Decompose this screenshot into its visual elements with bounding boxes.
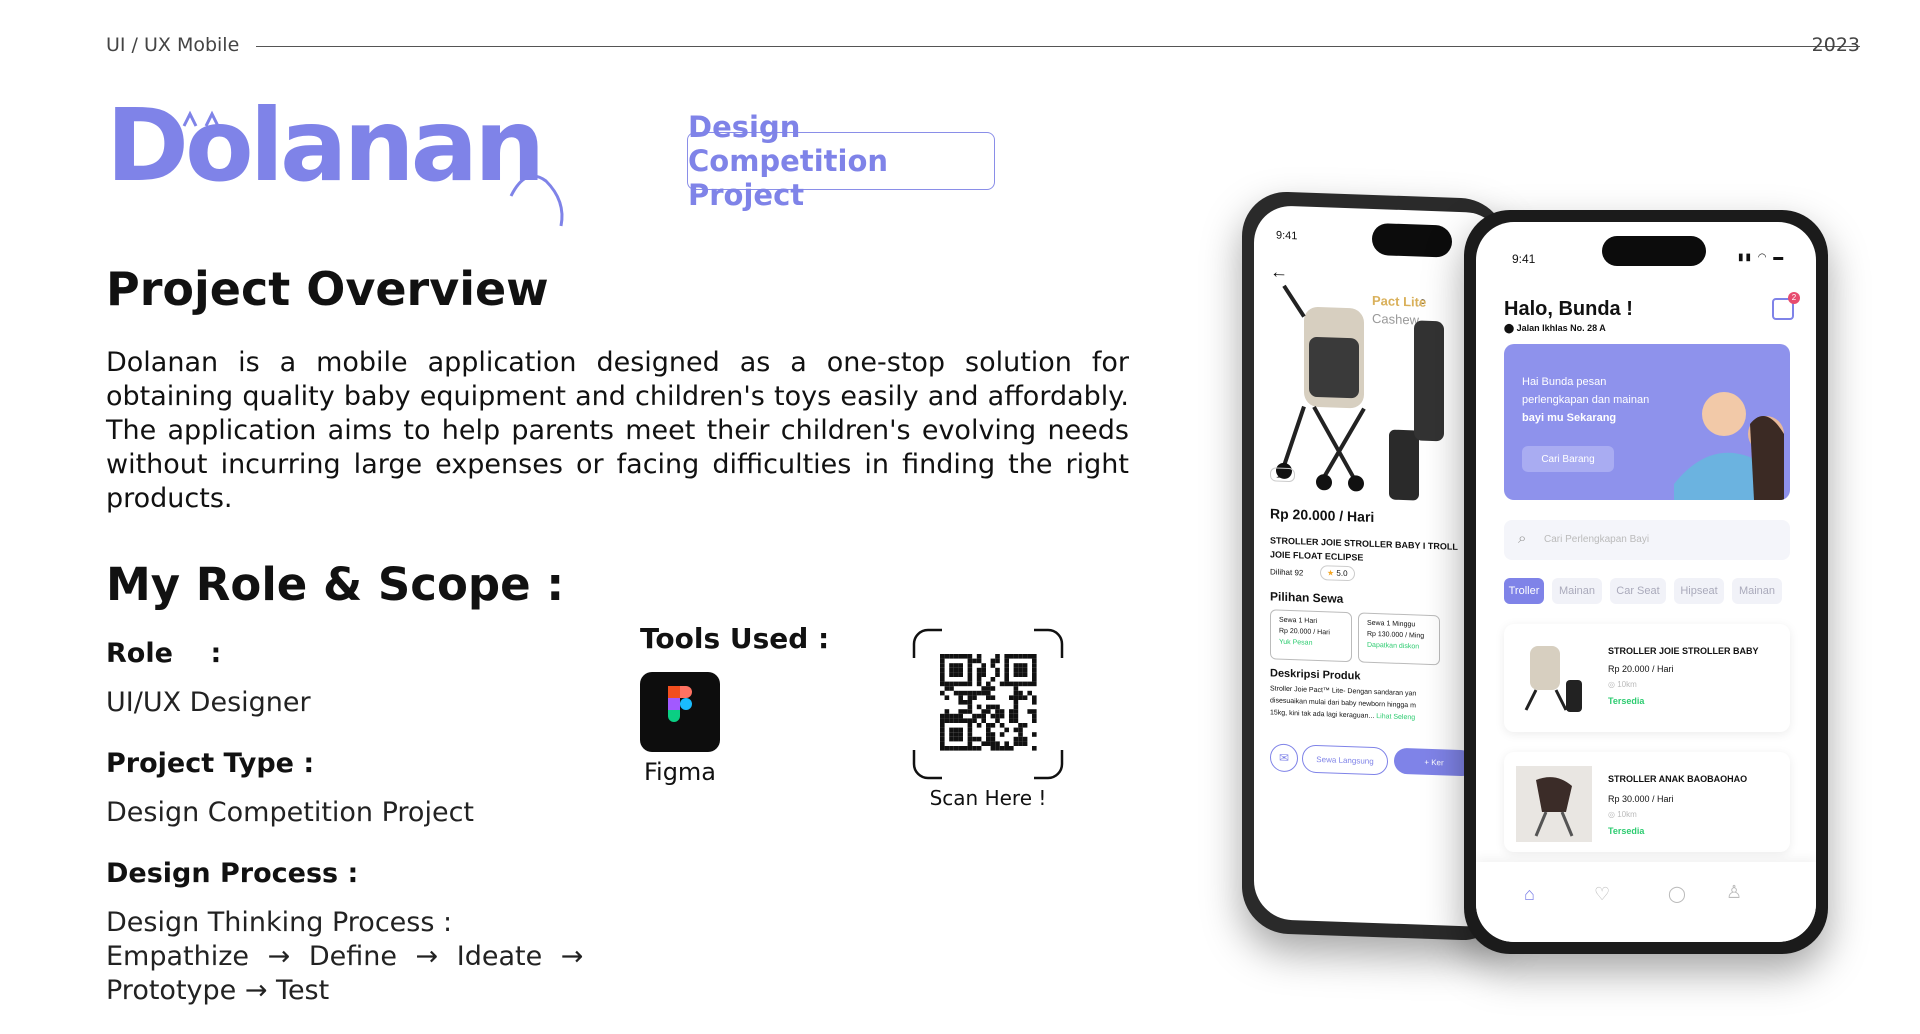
tools-title: Tools Used : (640, 622, 830, 655)
role-value: UI/UX Designer (106, 687, 311, 718)
search-placeholder: Cari Perlengkapan Bayi (1544, 534, 1650, 545)
chat-icon[interactable]: ✉ (1270, 743, 1298, 773)
chip-hipseat[interactable]: Hipseat (1674, 578, 1724, 604)
design-process-line1: Design Thinking Process : (106, 907, 453, 938)
greeting: Halo, Bunda ! (1504, 298, 1633, 320)
figma-icon (640, 672, 720, 752)
product-distance: ◎ 10km (1608, 680, 1637, 689)
add-cart-button[interactable]: + Ker (1394, 747, 1474, 777)
product-price: Rp 20.000 / Hari (1270, 505, 1375, 525)
dynamic-island (1372, 222, 1452, 258)
cart-icon[interactable]: 2 (1772, 292, 1800, 320)
cart-count-badge: 2 (1788, 292, 1800, 304)
project-type-label: Project Type : (106, 748, 315, 779)
option-title: Sewa 1 Minggu (1367, 619, 1416, 629)
address-text: Jalan Ikhlas No. 28 A (1516, 323, 1606, 333)
rating-value: 5.0 (1336, 568, 1348, 579)
option-price: Rp 20.000 / Hari (1279, 627, 1330, 637)
rental-option-week[interactable]: Sewa 1 Minggu Rp 130.000 / Ming Dapatkan… (1358, 612, 1440, 666)
product-status: Tersedia (1608, 696, 1645, 706)
description-text: 15kg, kini tak ada lagi keraguan... (1270, 709, 1375, 720)
chat-icon[interactable]: ◯ (1668, 884, 1686, 904)
heart-icon[interactable]: ♡ (1594, 884, 1610, 905)
status-icons: ▮▮ ◠ ▬ (1738, 252, 1786, 263)
description-title: Deskripsi Produk (1270, 667, 1361, 683)
figma-label: Figma (643, 758, 717, 786)
product-name: STROLLER JOIE STROLLER BABY (1608, 646, 1759, 656)
design-process-label: Design Process : (106, 858, 359, 889)
stroller-thumbnail (1524, 646, 1582, 712)
search-input[interactable]: ⌕ Cari Perlengkapan Bayi (1504, 520, 1790, 560)
product-price: Rp 20.000 / Hari (1608, 664, 1674, 674)
section-label: UI / UX Mobile (106, 34, 240, 56)
rent-now-button[interactable]: Sewa Langsung (1302, 744, 1388, 776)
description-line2: disesuaikan mulai dari baby newborn hing… (1270, 697, 1416, 710)
mother-baby-illustration (1674, 392, 1784, 500)
status-time: 9:41 (1276, 229, 1298, 243)
dynamic-island (1602, 236, 1706, 266)
option-title: Sewa 1 Hari (1279, 616, 1318, 625)
image-pager: 1/3 (1270, 467, 1295, 483)
design-process-line2: Empathize → Define → Ideate → (106, 941, 584, 972)
promo-line3: bayi mu Sekarang (1522, 412, 1617, 424)
option-tag: Yuk Pesan (1279, 638, 1313, 647)
star-icon: ★ (1327, 568, 1335, 578)
stroller-image (1276, 284, 1444, 501)
description-line3: 15kg, kini tak ada lagi keraguan... Liha… (1270, 709, 1415, 721)
distance-text: 10km (1617, 810, 1637, 819)
overview-title: Project Overview (106, 262, 549, 316)
qr-code[interactable] (912, 628, 1064, 780)
search-items-button[interactable]: Cari Barang (1522, 446, 1614, 472)
dolanan-logo: Dolanan (106, 96, 564, 227)
chip-car-seat[interactable]: Car Seat (1610, 578, 1666, 604)
product-card[interactable]: STROLLER ANAK BAOBAOHAO Rp 30.000 / Hari… (1504, 752, 1790, 852)
phone-home: 9:41 ▮▮ ◠ ▬ Halo, Bunda ! ⬤ Jalan Ikhlas… (1464, 210, 1828, 954)
status-time: 9:41 (1512, 252, 1536, 266)
product-status: Tersedia (1608, 826, 1645, 836)
seen-count: Dilihat 92 (1270, 567, 1304, 578)
promo-line1: Hai Bunda pesan (1522, 376, 1607, 388)
promo-banner[interactable]: Hai Bunda pesan perlengkapan dan mainan … (1504, 344, 1790, 500)
rental-title: Pilihan Sewa (1270, 589, 1344, 606)
distance-text: 10km (1617, 680, 1637, 689)
product-name: STROLLER ANAK BAOBAOHAO (1608, 774, 1748, 784)
rental-option-day[interactable]: Sewa 1 Hari Rp 20.000 / Hari Yuk Pesan (1270, 609, 1352, 663)
logo-decoration (182, 110, 564, 227)
see-more-link[interactable]: Lihat Seleng (1376, 713, 1415, 721)
role-label: Role : (106, 638, 222, 669)
promo-line2: perlengkapan dan mainan (1522, 394, 1650, 406)
year-label: 2023 (1811, 34, 1860, 56)
pin-icon: ◎ (1608, 680, 1615, 689)
search-icon: ⌕ (1518, 530, 1527, 547)
bottom-nav: ⌂ ♡ ◯ ♙ (1476, 862, 1816, 942)
rating-badge: ★ 5.0 (1320, 565, 1355, 582)
profile-icon[interactable]: ♙ (1726, 882, 1742, 903)
location-pin-icon: ⬤ (1504, 323, 1515, 333)
product-name-line2: JOIE FLOAT ECLIPSE (1270, 549, 1364, 563)
design-process-line3: Prototype → Test (106, 975, 330, 1006)
scan-caption: Scan Here ! (929, 786, 1047, 810)
option-tag: Dapatkan diskon (1367, 641, 1420, 651)
pin-icon: ◎ (1608, 810, 1615, 819)
description-line1: Stroller Joie Pact™ Lite- Dengan sandara… (1270, 685, 1417, 698)
overview-body: Dolanan is a mobile application designed… (106, 347, 1129, 514)
address: ⬤ Jalan Ikhlas No. 28 A (1504, 323, 1606, 334)
product-distance: ◎ 10km (1608, 810, 1637, 819)
product-card[interactable]: STROLLER JOIE STROLLER BABY Rp 20.000 / … (1504, 624, 1790, 732)
project-type-value: Design Competition Project (106, 797, 474, 828)
stroller-thumbnail (1516, 766, 1592, 842)
home-icon[interactable]: ⌂ (1524, 884, 1535, 905)
chip-mainan[interactable]: Mainan (1552, 578, 1602, 604)
option-price: Rp 130.000 / Ming (1367, 630, 1425, 640)
role-scope-title: My Role & Scope : (106, 558, 565, 611)
competition-badge: Design Competition Project (687, 110, 995, 212)
chip-troller[interactable]: Troller (1504, 578, 1544, 604)
product-price: Rp 30.000 / Hari (1608, 794, 1674, 804)
chip-mainan-2[interactable]: Mainan (1732, 578, 1782, 604)
header-divider (256, 46, 1860, 47)
